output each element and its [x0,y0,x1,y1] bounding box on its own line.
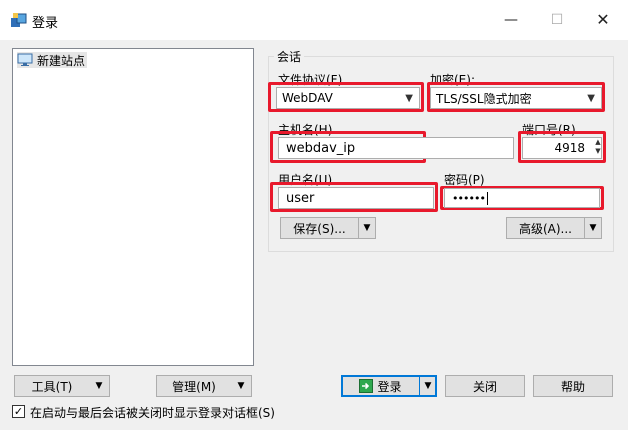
chevron-down-icon: ▼ [95,381,103,391]
session-group-title: 会话 [274,48,305,65]
title-bar [0,0,628,40]
username-value: user [286,190,315,206]
show-login-checkbox-label[interactable]: 在启动与最后会话被关闭时显示登录对话框(S) [30,404,275,421]
minimize-button[interactable]: — [496,8,526,32]
host-input[interactable]: webdav_ip [278,137,514,159]
login-icon [359,379,374,393]
protocol-value: WebDAV [282,91,333,105]
encryption-value: TLS/SSL隐式加密 [436,91,532,106]
port-spinner[interactable]: ▲ ▼ [594,138,602,158]
manage-button-label: 管理(M) [172,379,216,394]
host-value: webdav_ip [286,140,356,156]
show-login-checkbox[interactable]: ✓ [12,405,25,418]
close-button[interactable]: 关闭 [445,375,525,397]
advanced-button-label: 高级(A)... [518,221,573,236]
chevron-down-icon: ▼ [587,93,595,104]
port-value: 4918 [554,141,585,155]
advanced-dropdown-icon[interactable]: ▼ [584,218,601,238]
advanced-button[interactable]: 高级(A)... ▼ [506,217,602,239]
monitor-icon [17,53,33,66]
protocol-select[interactable]: WebDAV ▼ [276,87,420,109]
close-button-label: 关闭 [472,379,497,394]
tree-item-new-site[interactable]: 新建站点 [17,52,88,68]
save-dropdown-icon[interactable]: ▼ [358,218,375,238]
tree-item-label: 新建站点 [37,53,86,68]
checkmark-icon: ✓ [13,405,24,418]
tools-button-label: 工具(T) [31,379,73,394]
maximize-button[interactable]: ☐ [542,8,572,32]
password-value: •••••• [452,191,486,205]
username-input[interactable]: user [278,187,434,209]
login-button[interactable]: 登录 ▼ [341,375,437,397]
chevron-down-icon: ▼ [237,381,245,391]
save-button[interactable]: 保存(S)... ▼ [280,217,376,239]
help-button[interactable]: 帮助 [533,375,613,397]
spin-up-icon[interactable]: ▲ [594,138,602,147]
help-button-label: 帮助 [560,379,585,394]
app-logo-icon [11,13,27,27]
site-tree[interactable]: 新建站点 [12,48,254,366]
close-window-button[interactable]: ✕ [588,8,618,32]
login-dropdown-icon[interactable]: ▼ [419,376,436,396]
save-button-label: 保存(S)... [293,221,346,236]
chevron-down-icon: ▼ [405,93,413,104]
text-cursor [486,191,488,205]
window-title: 登录 [32,16,59,31]
password-input[interactable]: •••••• [444,188,600,208]
login-button-content: 登录 [342,378,419,395]
login-button-label: 登录 [377,379,402,394]
tools-button[interactable]: 工具(T) ▼ [14,375,110,397]
manage-button[interactable]: 管理(M) ▼ [156,375,252,397]
port-input[interactable]: 4918 [522,137,602,159]
encryption-select[interactable]: TLS/SSL隐式加密 ▼ [430,87,602,109]
spin-down-icon[interactable]: ▼ [594,147,602,156]
